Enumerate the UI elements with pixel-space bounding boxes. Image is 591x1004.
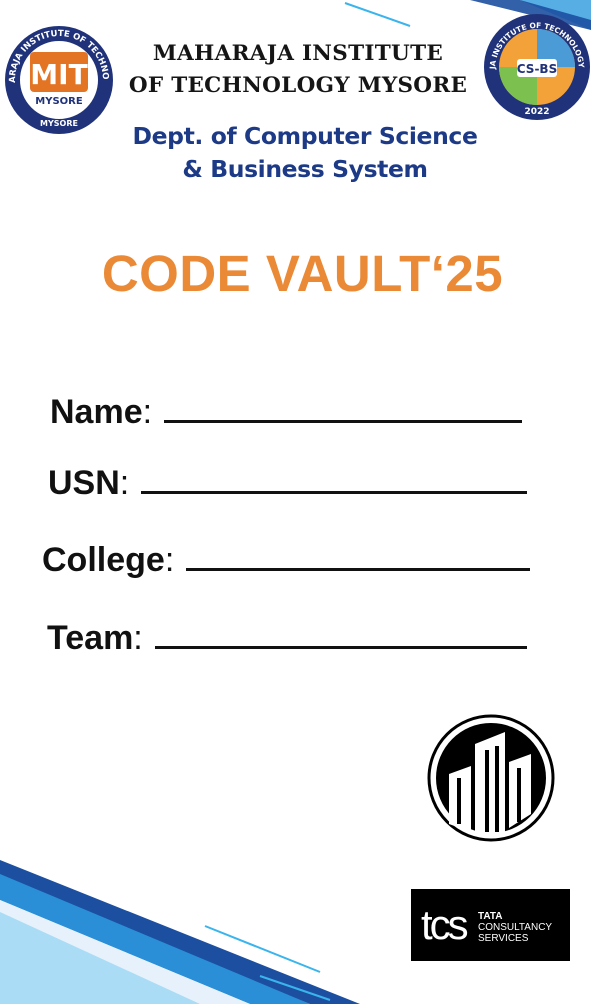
tcs-line3: SERVICES	[478, 933, 529, 944]
field-college-colon: :	[164, 541, 175, 579]
field-college-label: College	[42, 541, 165, 579]
institute-line2: OF TECHNOLOGY MYSORE	[128, 73, 468, 98]
field-name-colon: :	[142, 393, 153, 431]
csbs-year: 2022	[524, 107, 549, 117]
institute-line1: MAHARAJA INSTITUTE	[152, 41, 444, 66]
field-team-label: Team	[47, 619, 134, 657]
csbs-mark: CS-BS	[517, 62, 557, 76]
usn-blank-line[interactable]	[141, 491, 528, 494]
institute-name: MAHARAJA INSTITUTE OF TECHNOLOGY MYSORE	[128, 38, 468, 102]
field-usn: USN:	[48, 464, 528, 503]
dept-line2: & Business System	[182, 155, 428, 183]
city-buildings-icon	[427, 714, 555, 842]
team-blank-line[interactable]	[154, 646, 527, 649]
name-blank-line[interactable]	[164, 420, 523, 423]
tcs-wordmark: TATA CONSULTANCY SERVICES	[478, 911, 552, 944]
tcs-mark: tcs	[421, 901, 469, 948]
tcs-line1: TATA	[478, 911, 503, 922]
field-team: Team:	[47, 619, 527, 658]
dept-line1: Dept. of Computer Science	[132, 122, 478, 150]
field-usn-label: USN	[48, 464, 120, 502]
csbs-logo: MAHARAJA INSTITUTE OF TECHNOLOGY MYSORE …	[483, 12, 590, 120]
field-college: College:	[42, 541, 531, 580]
bottom-stripes	[0, 860, 360, 1004]
mit-city: MYSORE	[35, 96, 83, 107]
college-blank-line[interactable]	[186, 568, 531, 571]
tcs-logo: tcs TATA CONSULTANCY SERVICES	[411, 889, 570, 961]
mit-ring-bottom: MYSORE	[40, 119, 78, 128]
field-name: Name:	[50, 393, 523, 432]
mit-logo: MAHARAJA INSTITUTE OF TECHNOLOGY MYSORE …	[3, 24, 113, 134]
tcs-line2: CONSULTANCY	[478, 922, 553, 933]
department-name: Dept. of Computer Science & Business Sys…	[110, 120, 500, 186]
field-name-label: Name	[50, 393, 143, 431]
event-title: CODE VAULT‘25	[101, 245, 504, 302]
field-team-colon: :	[133, 619, 143, 657]
mit-mark: MIT	[30, 58, 87, 91]
field-usn-colon: :	[119, 464, 130, 502]
